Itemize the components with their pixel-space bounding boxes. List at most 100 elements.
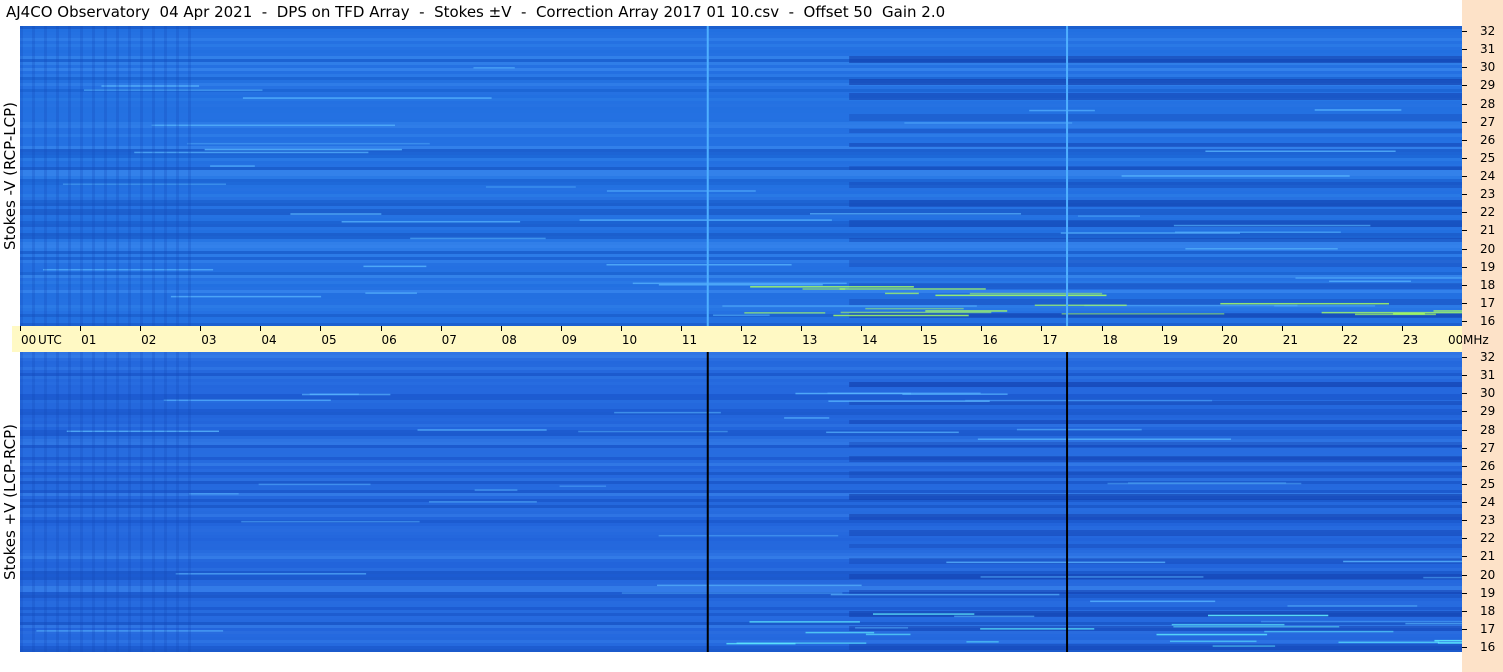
time-tick-label: 16 xyxy=(982,333,998,347)
spectrogram-band xyxy=(20,607,1462,610)
spectrogram-vstripe xyxy=(68,352,71,652)
spectrogram-band xyxy=(20,595,1462,598)
time-tick-label: 15 xyxy=(922,333,938,347)
spectrogram-streak xyxy=(258,483,371,486)
spectrogram-streak xyxy=(1128,482,1287,484)
spectrogram-band xyxy=(20,140,1462,143)
spectrogram-emission xyxy=(1156,633,1268,636)
freq-tick-mark xyxy=(1462,429,1467,431)
spectrogram-band xyxy=(20,242,1462,245)
spectrogram-streak xyxy=(1077,215,1140,217)
spectrogram-vstripe xyxy=(152,352,155,652)
freq-tick-label: 30 xyxy=(1480,386,1496,401)
spectrogram-dark-band xyxy=(849,494,1462,500)
freq-tick-mark xyxy=(1462,610,1467,612)
spectrogram-streak xyxy=(365,292,417,294)
spectrogram-emission xyxy=(1264,630,1394,633)
spectrogram-streak xyxy=(1329,280,1411,283)
freq-tick-mark xyxy=(1462,67,1467,69)
spectrogram-band xyxy=(20,215,1462,218)
spectrogram-emission xyxy=(865,633,911,636)
panel-bottom-ylabel: Stokes +V (LCP-RCP) xyxy=(0,352,20,652)
spectrogram-emission xyxy=(736,642,867,644)
spectrogram-band xyxy=(20,412,1462,415)
spectrogram-band xyxy=(20,41,1462,44)
time-tick-mark xyxy=(560,326,562,331)
spectrogram-band xyxy=(20,65,1462,68)
spectrogram-vstripe xyxy=(104,26,107,326)
spectrogram-band xyxy=(20,32,1462,35)
spectrogram-vstripe xyxy=(188,26,191,326)
freq-tick-mark xyxy=(1462,411,1467,413)
spectrogram-vstripe xyxy=(32,26,35,326)
time-tick-mark xyxy=(1281,326,1283,331)
spectrogram-band xyxy=(20,406,1462,409)
spectrogram-dark-band xyxy=(849,471,1462,478)
spectrogram-streak xyxy=(980,576,1204,578)
time-tick-label: 00 xyxy=(21,333,37,347)
spectrogram-band xyxy=(20,637,1462,640)
spectrogram-streak xyxy=(784,417,830,419)
freq-tick-mark xyxy=(1462,85,1467,87)
time-tick-label: 20 xyxy=(1222,333,1238,347)
spectrogram-streak xyxy=(1295,277,1462,279)
spectrogram-dark-band xyxy=(849,514,1462,520)
time-tick-label: 11 xyxy=(681,333,698,347)
spectrogram-band xyxy=(20,308,1462,311)
spectrogram-band xyxy=(20,523,1462,526)
spectrogram-band xyxy=(20,158,1462,161)
freq-tick-label: 32 xyxy=(1480,350,1496,364)
spectrogram-vstripe xyxy=(176,26,179,326)
time-tick-label: 17 xyxy=(1042,333,1058,347)
time-tick-mark xyxy=(260,326,262,331)
freq-unit-label: MHz xyxy=(1463,333,1489,347)
spectrogram-emission xyxy=(1212,645,1276,647)
freq-tick-label: 18 xyxy=(1480,603,1496,618)
spectrogram-band xyxy=(20,409,1462,412)
freq-tick-mark xyxy=(1462,302,1467,304)
spectrogram-emission xyxy=(872,613,975,615)
spectrogram-band xyxy=(20,74,1462,77)
spectrogram-band xyxy=(20,511,1462,514)
spectrogram-emission xyxy=(935,294,1107,297)
spectrogram-band xyxy=(20,502,1462,505)
spectrogram-streak xyxy=(657,584,862,587)
spectrogram-band xyxy=(20,155,1462,158)
spectrogram-top-svg xyxy=(20,26,1462,326)
spectrogram-streak xyxy=(1060,232,1241,234)
spectrogram-streak xyxy=(188,493,239,495)
spectrogram-streak xyxy=(175,573,367,575)
panel-top-ylabel-text: Stokes -V (RCP-LCP) xyxy=(1,102,19,250)
spectrogram-dark-band xyxy=(849,79,1462,85)
spectrogram-emission xyxy=(969,292,1103,295)
spectrogram-band xyxy=(20,38,1462,41)
freq-tick-label: 24 xyxy=(1480,169,1496,183)
time-tick-mark xyxy=(200,326,202,331)
freq-tick-label: 31 xyxy=(1480,42,1496,57)
time-marker-line xyxy=(706,352,709,652)
spectrogram-band xyxy=(20,466,1462,469)
spectrogram-dark-band xyxy=(849,200,1462,207)
spectrogram-band xyxy=(20,436,1462,439)
spectrogram-dark-band xyxy=(849,442,1462,447)
spectrogram-vstripe xyxy=(56,26,59,326)
spectrogram-streak xyxy=(1314,109,1402,111)
spectrogram-band xyxy=(20,107,1462,110)
spectrogram-emission xyxy=(840,311,992,314)
spectrogram-band xyxy=(20,101,1462,104)
spectrogram-streak xyxy=(204,148,402,151)
spectrogram-band xyxy=(20,550,1462,553)
time-tick-mark xyxy=(861,326,863,331)
spectrogram-streak xyxy=(1287,605,1418,607)
spectrogram-band xyxy=(20,170,1462,173)
time-tick-mark xyxy=(380,326,382,331)
spectrogram-band xyxy=(20,364,1462,367)
freq-tick-label: 24 xyxy=(1480,495,1496,509)
spectrogram-dark-band xyxy=(849,456,1462,462)
freq-tick-mark xyxy=(1462,176,1467,177)
spectrogram-band xyxy=(20,209,1462,212)
freq-tick-mark xyxy=(1462,357,1467,358)
spectrogram-vstripe xyxy=(80,26,83,326)
spectrogram-emission xyxy=(1220,302,1389,305)
spectrogram-emission xyxy=(1208,614,1329,617)
